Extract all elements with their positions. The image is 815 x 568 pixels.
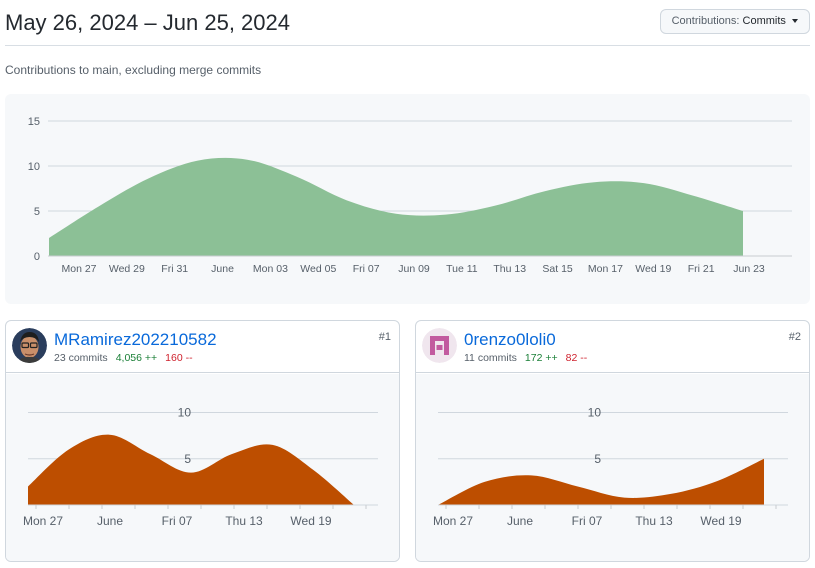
- y-tick-label: 0: [34, 251, 40, 263]
- x-tick-label: Mon 27: [433, 514, 473, 528]
- x-tick-label: Wed 19: [635, 263, 671, 275]
- dropdown-label: Contributions:: [671, 15, 740, 27]
- x-tick-label: Tue 11: [446, 263, 478, 275]
- x-tick-label: Fri 07: [572, 514, 603, 528]
- y-tick-label: 10: [178, 406, 192, 420]
- x-tick-label: Sat 15: [542, 263, 573, 275]
- contributor-card: 0renzo0loli0 11 commits 172 ++ 82 -- #2 5 1…: [415, 320, 810, 562]
- x-tick-label: Wed 05: [300, 263, 336, 275]
- identicon: [422, 328, 457, 363]
- contributor-chart: 5 10 Mon 27 June Fri 07 Thu 13 Wed 19: [6, 374, 399, 561]
- additions-count: 4,056 ++: [115, 352, 158, 364]
- avatar[interactable]: [422, 328, 457, 363]
- x-tick-label: Thu 13: [225, 514, 263, 528]
- x-tick-label: Mon 27: [61, 263, 96, 275]
- contributor-name-link[interactable]: 0renzo0loli0: [464, 330, 556, 350]
- x-tick-label: Wed 29: [109, 263, 145, 275]
- x-tick-label: Jun 09: [398, 263, 430, 275]
- x-tick-label: Wed 19: [700, 514, 741, 528]
- x-tick-label: Mon 17: [588, 263, 623, 275]
- page-subtitle: Contributions to main, excluding merge c…: [5, 63, 262, 77]
- data-area: [438, 458, 764, 505]
- deletions-count: 82 --: [565, 352, 588, 364]
- y-tick-label: 5: [184, 452, 191, 466]
- caret-down-icon: [792, 19, 798, 24]
- contributor-header: 0renzo0loli0 11 commits 172 ++ 82 -- #2: [416, 321, 809, 373]
- dropdown-value: Commits: [742, 15, 786, 27]
- data-area: [49, 157, 743, 256]
- y-tick-label: 10: [588, 406, 602, 420]
- date-range-title: May 26, 2024 – Jun 25, 2024: [5, 10, 290, 35]
- x-tick-label: Fri 21: [688, 263, 715, 275]
- x-tick-label: Mon 27: [23, 514, 63, 528]
- x-tick-label: Jun 23: [733, 263, 765, 275]
- page-header: May 26, 2024 – Jun 25, 2024 Contribution…: [5, 8, 810, 46]
- contributor-stats: 23 commits 4,056 ++ 160 --: [54, 352, 193, 364]
- x-tick-label: Fri 31: [161, 263, 188, 275]
- x-tick-label: Wed 19: [290, 514, 331, 528]
- commit-count[interactable]: 11 commits: [464, 352, 517, 364]
- person-photo-icon: [12, 328, 47, 363]
- contributor-card: MRamirez202210582 23 commits 4,056 ++ 160 …: [5, 320, 400, 562]
- x-tick-label: Thu 13: [635, 514, 673, 528]
- x-tick-label: June: [97, 514, 123, 528]
- y-tick-label: 10: [28, 161, 40, 173]
- rank-label: #2: [788, 331, 801, 343]
- x-tick-label: Fri 07: [162, 514, 193, 528]
- contributor-chart-svg: 5 10 Mon 27 June Fri 07 Thu 13 Wed 19: [433, 406, 788, 528]
- x-tick-label: Thu 13: [493, 263, 526, 275]
- deletions-count: 160 --: [165, 352, 193, 364]
- contributions-dropdown[interactable]: Contributions: Commits: [659, 9, 810, 34]
- y-tick-label: 5: [34, 206, 40, 218]
- main-contributions-chart: 0 5 10 15 Mon 27 Wed 29 Fri 31 June Mon 03 Wed 05…: [5, 94, 810, 304]
- contributor-header: MRamirez202210582 23 commits 4,056 ++ 160 …: [6, 321, 399, 373]
- avatar[interactable]: [12, 328, 47, 363]
- y-tick-label: 5: [594, 452, 601, 466]
- contributor-stats: 11 commits 172 ++ 82 --: [464, 352, 587, 364]
- contributor-chart: 5 10 Mon 27 June Fri 07 Thu 13 Wed 19: [416, 374, 809, 561]
- additions-count: 172 ++: [524, 352, 558, 364]
- x-tick-label: Mon 03: [253, 263, 288, 275]
- x-tick-label: Fri 07: [353, 263, 380, 275]
- commit-count[interactable]: 23 commits: [54, 352, 108, 364]
- main-chart-svg: 0 5 10 15 Mon 27 Wed 29 Fri 31 June Mon 03 Wed 05…: [28, 116, 792, 275]
- y-tick-label: 15: [28, 116, 40, 128]
- data-area: [28, 434, 354, 505]
- rank-label: #1: [378, 331, 391, 343]
- contributor-name-link[interactable]: MRamirez202210582: [54, 330, 217, 350]
- x-tick-label: June: [211, 263, 234, 275]
- contributor-chart-svg: 5 10 Mon 27 June Fri 07 Thu 13 Wed 19: [23, 406, 378, 528]
- x-tick-label: June: [507, 514, 533, 528]
